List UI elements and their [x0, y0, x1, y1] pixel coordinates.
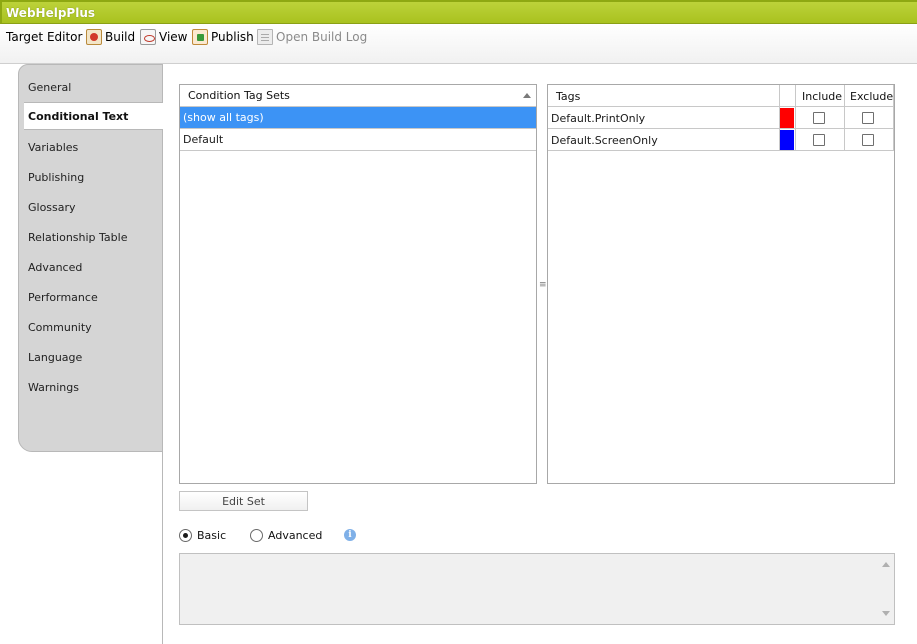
build-label: Build	[105, 30, 136, 44]
include-column-label: Include	[802, 89, 843, 103]
tags-column-header[interactable]: Tags	[556, 85, 580, 107]
include-checkbox[interactable]	[813, 134, 825, 146]
open-build-log-button[interactable]: Open Build Log	[257, 28, 367, 46]
publish-icon	[192, 29, 208, 45]
tag-row-screen-only[interactable]: Default.ScreenOnly	[548, 129, 894, 151]
tags-grid-header: Tags Include Exclude	[548, 85, 894, 107]
tag-set-row-default[interactable]: Default	[180, 129, 536, 151]
nav-item-glossary[interactable]: Glossary	[28, 197, 162, 217]
tag-set-row-label: Default	[183, 133, 224, 146]
nav-item-warnings[interactable]: Warnings	[28, 377, 162, 397]
exclude-checkbox[interactable]	[862, 134, 874, 146]
scroll-up-arrow-icon[interactable]	[882, 562, 890, 567]
title-bar: WebHelpPlus	[0, 0, 917, 24]
condition-expression-textarea[interactable]	[179, 553, 895, 625]
scroll-down-arrow-icon[interactable]	[882, 611, 890, 616]
build-button[interactable]: Build	[86, 28, 135, 46]
exclude-column-header[interactable]: Exclude	[850, 85, 893, 107]
advanced-radio[interactable]	[250, 529, 263, 542]
tag-set-row-show-all[interactable]: (show all tags)	[180, 107, 536, 129]
tag-name: Default.ScreenOnly	[551, 133, 658, 147]
exclude-column-label: Exclude	[850, 89, 894, 103]
splitter-grip[interactable]: ≡	[539, 280, 547, 290]
condition-tag-sets-header-label: Condition Tag Sets	[188, 89, 290, 102]
tag-set-row-label: (show all tags)	[183, 111, 264, 124]
condition-tag-sets-list[interactable]: Condition Tag Sets (show all tags) Defau…	[179, 84, 537, 484]
advanced-radio-label[interactable]: Advanced	[268, 529, 322, 542]
info-icon[interactable]: i	[344, 529, 356, 541]
nav-item-conditional-text[interactable]: Conditional Text	[24, 102, 163, 130]
tags-grid[interactable]: Tags Include Exclude Default.PrintOnly D…	[547, 84, 895, 484]
tag-row-print-only[interactable]: Default.PrintOnly	[548, 107, 894, 129]
nav-item-performance[interactable]: Performance	[28, 287, 162, 307]
build-icon	[86, 29, 102, 45]
publish-label: Publish	[211, 30, 254, 44]
basic-radio[interactable]	[179, 529, 192, 542]
tag-name: Default.PrintOnly	[551, 111, 646, 125]
toolbar: Target Editor Build View Publish Open Bu…	[0, 24, 917, 64]
basic-radio-label[interactable]: Basic	[197, 529, 226, 542]
tags-column-label: Tags	[556, 89, 581, 103]
nav-item-publishing[interactable]: Publishing	[28, 167, 162, 187]
nav-item-advanced[interactable]: Advanced	[28, 257, 162, 277]
sort-ascending-icon	[523, 93, 531, 98]
edit-set-button[interactable]: Edit Set	[179, 491, 308, 511]
target-editor-label: Target Editor	[6, 28, 82, 46]
window-title: WebHelpPlus	[6, 6, 96, 20]
nav-item-general[interactable]: General	[28, 77, 162, 97]
exclude-checkbox[interactable]	[862, 112, 874, 124]
condition-tag-sets-header[interactable]: Condition Tag Sets	[180, 85, 536, 107]
tag-name-cell: Default.PrintOnly	[551, 107, 645, 129]
tag-color-swatch[interactable]	[780, 130, 794, 150]
publish-button[interactable]: Publish	[192, 28, 254, 46]
tag-name-cell: Default.ScreenOnly	[551, 129, 658, 151]
nav-item-variables[interactable]: Variables	[28, 137, 162, 157]
open-build-log-label: Open Build Log	[276, 30, 368, 44]
target-editor-text: Target Editor	[6, 30, 83, 44]
include-checkbox[interactable]	[813, 112, 825, 124]
nav-item-relationship-table[interactable]: Relationship Table	[28, 227, 162, 247]
tag-color-swatch[interactable]	[780, 108, 794, 128]
view-label: View	[159, 30, 188, 44]
build-log-icon	[257, 29, 273, 45]
nav-item-language[interactable]: Language	[28, 347, 162, 367]
view-icon	[140, 29, 156, 45]
view-button[interactable]: View	[140, 28, 187, 46]
include-column-header[interactable]: Include	[802, 85, 842, 107]
nav-item-community[interactable]: Community	[28, 317, 162, 337]
settings-nav-divider	[162, 452, 163, 644]
settings-nav: General Conditional Text Variables Publi…	[18, 64, 163, 644]
